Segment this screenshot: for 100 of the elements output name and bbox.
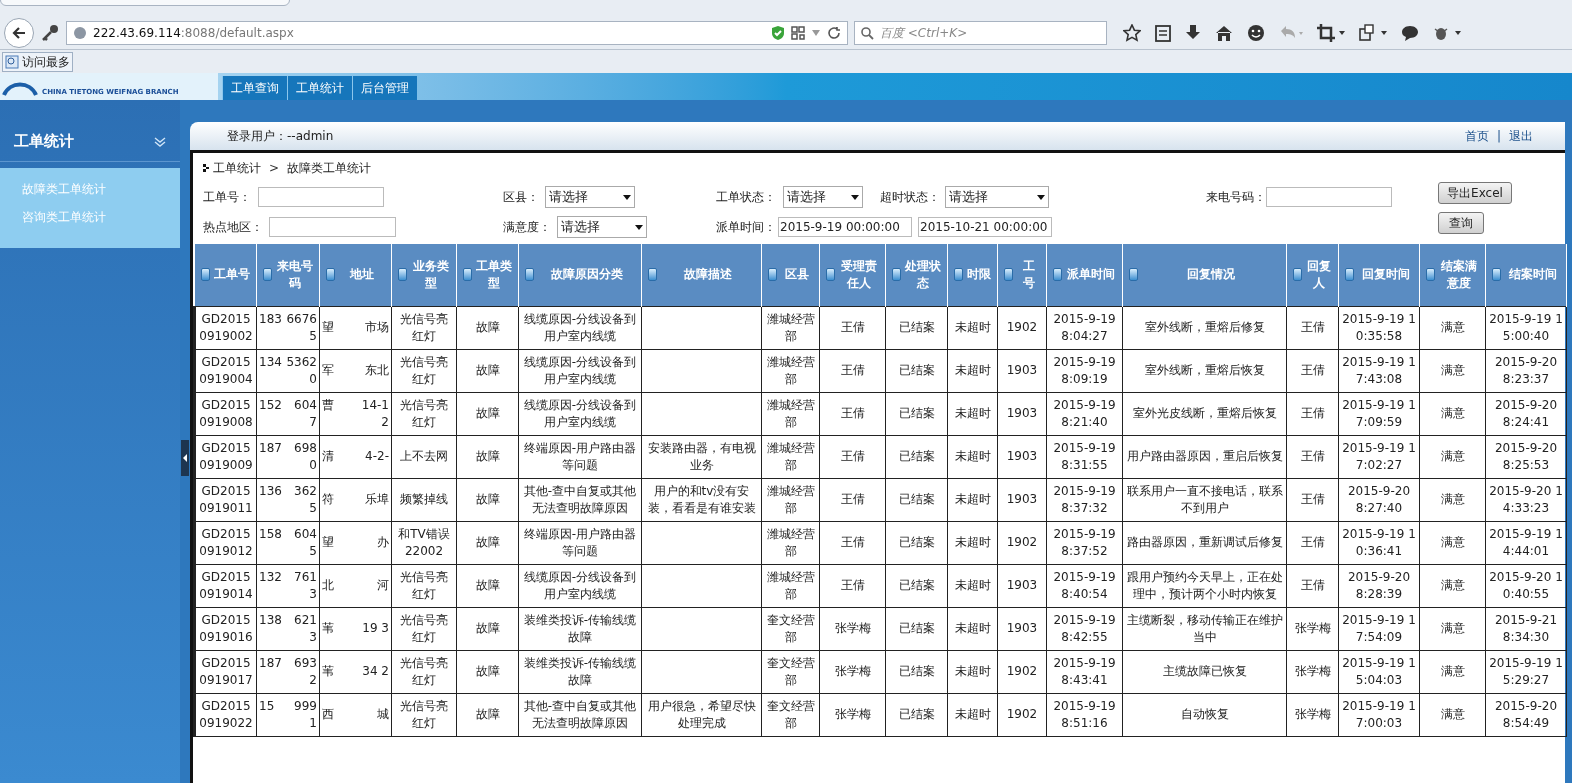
reply-text: 联系用户一直不接电话，联系不到用户 (1126, 483, 1283, 515)
dropdown[interactable]: 请选择 (557, 216, 647, 238)
replier-name: 王倩 (1300, 406, 1325, 420)
address-fragment: 苇 (322, 663, 334, 680)
input-field[interactable] (1266, 187, 1392, 207)
dropdown[interactable]: 请选择 (545, 186, 635, 208)
address-bar[interactable]: 222.43.69.114:8088/default.aspx (66, 21, 848, 45)
header-link[interactable]: 退出 (1509, 127, 1533, 145)
business-type: 光信号亮红灯 (400, 311, 448, 343)
column-header[interactable]: 结案时间 (1505, 266, 1560, 284)
reply-text: 跟用户预约今天早上，正在处理中，预计两个小时内恢复 (1126, 569, 1283, 601)
replier-name: 王倩 (1300, 449, 1325, 463)
owner-name: 王倩 (840, 535, 865, 549)
nav-tab[interactable]: 工单统计 (287, 76, 352, 100)
date-field[interactable]: 2015-10-21 00:00:00 (918, 217, 1052, 237)
breadcrumb-item[interactable]: 故障类工单统计 (287, 159, 372, 177)
phone-fragment: 15 (259, 697, 275, 715)
phone-fragment: 999 1 (293, 697, 317, 732)
header-icon (1053, 268, 1062, 282)
nav-tab[interactable]: 工单查询 (222, 76, 287, 100)
phone-fragment: 152 (259, 396, 282, 414)
back-button[interactable] (4, 18, 34, 48)
crop-icon[interactable] (1317, 24, 1345, 42)
address-fragment: 望 (322, 319, 334, 336)
reply-text: 用户路由器原因，重启后恢复 (1126, 449, 1283, 463)
replier-name: 张学梅 (1294, 664, 1331, 678)
window-icon[interactable] (1359, 24, 1387, 42)
reload-icon[interactable] (827, 26, 841, 40)
close-time: 2015-9-21 8:34:30 (1494, 612, 1558, 644)
reply-text: 路由器原因，重新调试后修复 (1126, 535, 1283, 549)
key-icon[interactable] (40, 23, 60, 43)
column-header[interactable]: 派单时间 (1066, 266, 1116, 284)
field-label: 热点地区： (203, 219, 264, 236)
county: 潍城经营部 (766, 569, 815, 601)
dispatch-time: 2015-9-19 8:09:19 (1053, 354, 1116, 386)
column-header[interactable]: 区县 (781, 266, 813, 284)
download-icon[interactable] (1185, 24, 1201, 42)
status: 已结案 (898, 664, 935, 678)
breadcrumb-item[interactable]: 工单统计 (213, 159, 261, 177)
smiley-icon[interactable] (1247, 24, 1265, 42)
column-header[interactable]: 地址 (339, 266, 385, 284)
status: 已结案 (898, 621, 935, 635)
status: 已结案 (898, 578, 935, 592)
dropdown[interactable]: 请选择 (783, 186, 863, 208)
county: 潍城经营部 (766, 526, 815, 558)
collapse-handle-icon[interactable] (181, 440, 189, 476)
chat-icon[interactable] (1401, 25, 1419, 41)
business-type: 光信号亮红灯 (400, 698, 448, 730)
close-time: 2015-9-20 8:25:53 (1494, 440, 1558, 472)
dropdown[interactable]: 请选择 (945, 186, 1049, 208)
ticket-type: 故障 (475, 535, 500, 549)
header-link[interactable]: 首页 (1464, 127, 1489, 145)
column-header[interactable]: 工单号 (213, 266, 250, 284)
chevron-down-icon[interactable] (154, 135, 166, 148)
button[interactable]: 导出Excel (1438, 182, 1512, 204)
address-fragment: 4-2- (364, 448, 389, 465)
owner-name: 王倩 (840, 320, 865, 334)
phone-fragment: 187 (259, 439, 282, 457)
business-type: 光信号亮红灯 (400, 569, 448, 601)
replier-name: 张学梅 (1294, 621, 1331, 635)
field-label: 工单状态： (716, 189, 777, 206)
fault-description: 用户的和tv没有安装，看看是有谁安装 (647, 483, 756, 515)
date-field[interactable]: 2015-9-19 00:00:00 (778, 217, 912, 237)
search-field[interactable]: 百度 <Ctrl+K> (854, 21, 1107, 45)
logged-in-user: 登录用户：--admin (227, 128, 334, 145)
time-limit: 未超时 (954, 320, 991, 334)
clipboard-icon[interactable] (1155, 24, 1171, 42)
fault-description: 用户很急，希望尽快处理完成 (647, 698, 756, 730)
home-icon[interactable] (1215, 24, 1233, 42)
address-fragment: 北 (322, 577, 334, 594)
county: 潍城经营部 (766, 440, 815, 472)
column-header[interactable]: 回复时间 (1358, 266, 1413, 284)
worker-id: 1902 (1006, 535, 1038, 549)
ticket-id: GD20150919009 (199, 440, 253, 472)
fault-cause: 终端原因-用户路由器等问题 (523, 440, 637, 472)
header-icon (463, 268, 472, 282)
button[interactable]: 查询 (1438, 212, 1484, 234)
ticket-type: 故障 (475, 449, 500, 463)
replier-name: 张学梅 (1294, 707, 1331, 721)
bookmark-item[interactable]: 访问最多 (2, 51, 73, 72)
satisfaction: 满意 (1440, 621, 1465, 635)
dropdown-icon[interactable] (811, 29, 821, 37)
field-label: 区县： (503, 189, 540, 206)
county: 潍城经营部 (766, 354, 815, 386)
column-header[interactable]: 时限 (967, 266, 991, 284)
qr-code-icon[interactable] (791, 26, 805, 40)
input-field[interactable] (269, 217, 396, 237)
header-icon (1129, 268, 1138, 282)
status: 已结案 (898, 449, 935, 463)
star-icon[interactable] (1123, 24, 1141, 42)
reply-time: 2015-9-19 17:00:03 (1342, 698, 1416, 730)
owner-name: 张学梅 (834, 621, 871, 635)
fault-cause: 装维类投诉-传输线缆故障 (523, 612, 637, 644)
time-limit: 未超时 (954, 578, 991, 592)
ticket-id: GD20150919016 (199, 612, 253, 644)
close-time: 2015-9-20 8:54:49 (1494, 698, 1558, 730)
input-field[interactable] (258, 187, 384, 207)
business-type: 频繁掉线 (400, 492, 448, 506)
nav-tab[interactable]: 后台管理 (352, 76, 417, 100)
address-fragment: 乐埠 (364, 491, 389, 508)
